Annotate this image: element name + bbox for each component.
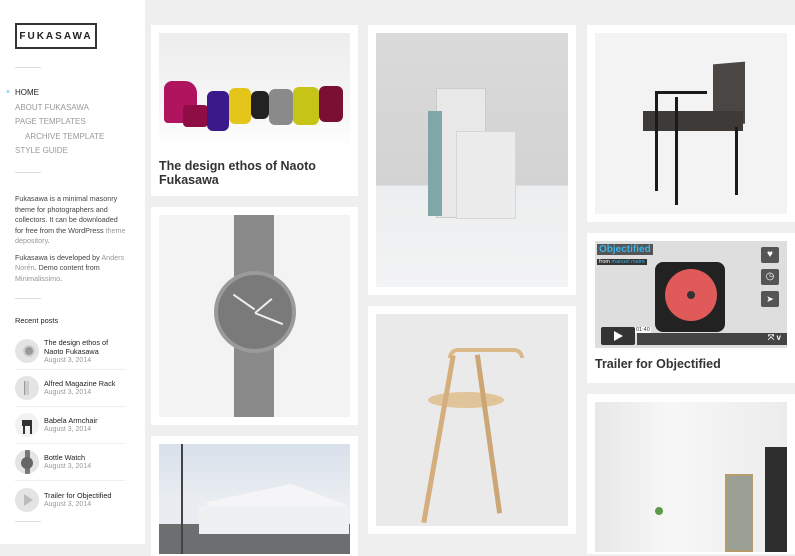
post-title[interactable]: The design ethos of Naoto Fukasawa xyxy=(159,159,350,187)
rack-thumb-icon xyxy=(15,376,39,400)
play-thumb-icon xyxy=(15,487,39,512)
nav-item-archive-template[interactable]: ARCHIVE TEMPLATE xyxy=(15,130,104,145)
post-card[interactable] xyxy=(151,436,358,556)
armchair-photo[interactable] xyxy=(595,33,787,214)
bottle-watch-photo[interactable] xyxy=(159,215,350,417)
about-widget: Fukasawa is a minimal masonry theme for … xyxy=(15,194,126,283)
divider xyxy=(15,521,41,522)
divider xyxy=(15,298,41,299)
video-title[interactable]: Objectified xyxy=(597,244,653,255)
post-card[interactable] xyxy=(368,306,576,534)
post-card[interactable]: The design ethos of Naoto Fukasawa xyxy=(151,25,358,196)
recent-post[interactable]: Babela Armchair August 3, 2014 xyxy=(15,407,125,444)
divider xyxy=(15,67,41,68)
nav-item-about[interactable]: ABOUT FUKASAWA xyxy=(15,101,104,116)
share-icon[interactable]: ➤ xyxy=(761,291,779,307)
post-card[interactable] xyxy=(151,207,358,425)
nav-item-style-guide[interactable]: STYLE GUIDE xyxy=(15,144,104,159)
recent-posts-list: The design ethos of Naoto Fukasawa August… xyxy=(15,333,125,518)
magazine-rack-photo[interactable] xyxy=(376,33,568,287)
white-house-photo[interactable] xyxy=(159,444,350,554)
colorful-armchairs-photo[interactable] xyxy=(159,33,350,150)
video-time: 01:40 xyxy=(635,327,651,333)
video-author-link[interactable]: manuel maire xyxy=(612,259,645,265)
divider xyxy=(15,172,41,173)
post-title[interactable]: Trailer for Objectified xyxy=(595,357,787,371)
minimalissimo-link[interactable]: Minimalissimo xyxy=(15,274,60,283)
watch-later-icon[interactable]: ◷ xyxy=(761,269,779,285)
watch-thumb-icon xyxy=(15,450,39,474)
video-player[interactable]: Objectified from manuel maire ♥ ◷ ➤ ⤧ v … xyxy=(595,241,787,348)
nav-item-home[interactable]: × HOME xyxy=(6,86,104,101)
progress-bar[interactable]: ⤧ v xyxy=(637,333,787,345)
main-nav: × HOME ABOUT FUKASAWA PAGE TEMPLATES ARCH… xyxy=(6,86,104,159)
play-icon xyxy=(614,331,623,341)
interior-photo[interactable] xyxy=(595,402,787,552)
recent-post[interactable]: Trailer for Objectified August 3, 2014 xyxy=(15,481,125,518)
recent-post[interactable]: The design ethos of Naoto Fukasawa August… xyxy=(15,333,125,370)
post-card[interactable] xyxy=(587,394,795,554)
nav-item-page-templates[interactable]: PAGE TEMPLATES xyxy=(15,115,104,130)
post-card[interactable] xyxy=(368,25,576,295)
watch-thumb-icon xyxy=(15,339,39,363)
post-card[interactable]: Objectified from manuel maire ♥ ◷ ➤ ⤧ v … xyxy=(587,233,795,383)
recent-posts-heading: Recent posts xyxy=(15,316,59,325)
chair-thumb-icon xyxy=(15,413,39,437)
vimeo-icon[interactable]: ⤧ v xyxy=(768,333,781,343)
post-card[interactable] xyxy=(587,25,795,222)
sidebar: FUKASAWA × HOME ABOUT FUKASAWA PAGE TEMPL… xyxy=(0,0,145,544)
site-logo[interactable]: FUKASAWA xyxy=(15,23,97,49)
play-button[interactable] xyxy=(601,327,635,345)
recent-post[interactable]: Bottle Watch August 3, 2014 xyxy=(15,444,125,481)
like-icon[interactable]: ♥ xyxy=(761,247,779,263)
wooden-chair-photo[interactable] xyxy=(376,314,568,526)
active-marker-icon: × xyxy=(6,89,11,96)
recent-post[interactable]: Alfred Magazine Rack August 3, 2014 xyxy=(15,370,125,407)
